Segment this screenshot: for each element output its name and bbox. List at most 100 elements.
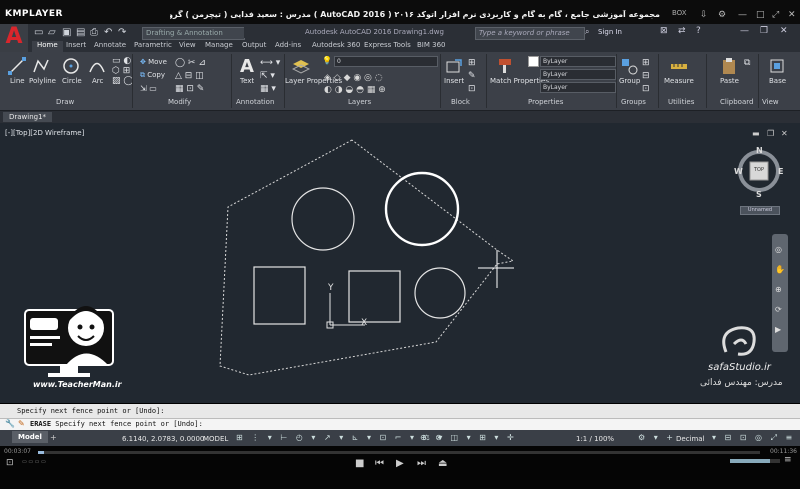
tab-bim360[interactable]: BIM 360	[417, 41, 446, 49]
help-icon[interactable]: ?	[696, 26, 701, 36]
annotation-scale[interactable]: 1:1 / 100%	[576, 435, 614, 443]
model-tab[interactable]: Model	[12, 431, 48, 443]
stop-icon[interactable]: ■	[355, 458, 364, 469]
polyline-icon[interactable]	[32, 57, 50, 75]
acad-minimize-icon[interactable]: —	[740, 26, 749, 36]
stretch-tool[interactable]: ⇲ ▭	[140, 84, 157, 93]
eject-icon[interactable]: ⏏	[438, 458, 447, 469]
drafting-toggles[interactable]: ⊞ ⋮ ▾ ⊢ ◴ ▾ ↗ ▾ ⊾ ▾ ⊡ ⌐ ▾ ⚖ ▾	[236, 433, 445, 442]
tab-autodesk360[interactable]: Autodesk 360	[312, 41, 360, 49]
color-select[interactable]: ByLayer	[540, 56, 616, 67]
redo-icon[interactable]: ↷	[118, 27, 126, 38]
units-select[interactable]: Decimal	[676, 435, 705, 443]
match-properties-label[interactable]: Match Properties	[490, 77, 549, 86]
lineweight-select[interactable]: ByLayer	[540, 82, 616, 93]
copy-tool[interactable]: ⧉ Copy	[140, 71, 165, 80]
qat-dropdown[interactable]	[244, 26, 280, 38]
paste-icon[interactable]	[720, 57, 738, 75]
workspace-select[interactable]: Drafting & Annotation	[142, 27, 245, 40]
drawing-tab[interactable]: Drawing1*	[3, 112, 53, 122]
tab-addins[interactable]: Add-ins	[275, 41, 301, 49]
match-properties-icon[interactable]	[496, 57, 514, 75]
acad-close-icon[interactable]: ✕	[780, 26, 788, 36]
groups-panel-title[interactable]: Groups	[621, 98, 646, 106]
block-panel-title[interactable]: Block	[451, 98, 470, 106]
next-icon[interactable]: ⏭	[417, 458, 426, 469]
base-view-icon[interactable]	[768, 57, 786, 75]
copy-clip-icon[interactable]: ⧉	[744, 58, 750, 68]
group-small-tools[interactable]: ⊞ ⊟ ⊡	[642, 57, 650, 96]
base-label[interactable]: Base	[769, 77, 786, 85]
line-icon[interactable]	[8, 57, 26, 75]
tab-annotate[interactable]: Annotate	[94, 41, 126, 49]
search-input[interactable]: Type a keyword or phrase	[475, 27, 585, 40]
group-icon[interactable]	[620, 57, 638, 75]
pin-icon[interactable]: ⇩	[700, 10, 708, 20]
close-icon[interactable]: ✕	[788, 10, 796, 20]
polyline-label[interactable]: Polyline	[29, 77, 56, 85]
tab-parametric[interactable]: Parametric	[134, 41, 172, 49]
viewcube-top-face[interactable]: TOP	[754, 167, 764, 173]
add-layout-icon[interactable]: +	[50, 433, 57, 442]
layers-panel-title[interactable]: Layers	[348, 98, 371, 106]
signin-button[interactable]: Sign In	[598, 28, 622, 36]
kmplayer-logo[interactable]: KMPLAYER	[5, 9, 63, 19]
layer-select[interactable]: 0	[334, 56, 438, 67]
new-icon[interactable]: ▭	[34, 27, 43, 38]
measure-icon[interactable]	[670, 57, 688, 75]
clipboard-panel-title[interactable]: Clipboard	[720, 98, 753, 106]
maximize-icon[interactable]: □	[756, 10, 765, 20]
move-tool[interactable]: ✥ Move	[140, 58, 167, 66]
previous-icon[interactable]: ⏮	[375, 458, 384, 469]
layer-properties-label[interactable]: Layer Properties	[285, 77, 342, 86]
save-icon[interactable]: ▣	[62, 27, 71, 38]
group-label[interactable]: Group	[619, 77, 640, 85]
search-icon[interactable]: ⌕	[585, 27, 589, 37]
acad-restore-icon[interactable]: ❐	[760, 26, 768, 36]
minimize-icon[interactable]: —	[738, 10, 747, 20]
layer-small-tools[interactable]: ◈ ◇ ◆ ◉ ◎ ◌ ◐ ◑ ◒ ◓ ▦ ⊕	[324, 72, 386, 96]
annotation-small-tools[interactable]: ⟷ ▾ ⇱ ▾ ▦ ▾	[260, 57, 280, 96]
exchange-icon[interactable]: ⊠	[660, 26, 668, 36]
arc-icon[interactable]	[88, 57, 106, 75]
tab-home[interactable]: Home	[32, 41, 63, 52]
draw-small-tools[interactable]: ▭ ◐ ⬡ ⊞ ▨ ◯	[112, 56, 133, 86]
tab-view[interactable]: View	[179, 41, 196, 49]
open-icon[interactable]: ▱	[48, 27, 56, 38]
plot-icon[interactable]: ⎙	[90, 27, 98, 38]
annotation-panel-title[interactable]: Annotation	[236, 98, 274, 106]
navigation-bar-tools[interactable]: ◎ ✋ ⊕ ⟳ ▶	[775, 240, 785, 340]
arc-label[interactable]: Arc	[92, 77, 103, 85]
connect-icon[interactable]: ⇄	[678, 26, 686, 36]
utilities-panel-title[interactable]: Utilities	[668, 98, 694, 106]
text-icon[interactable]: A	[240, 56, 254, 77]
properties-panel-title[interactable]: Properties	[528, 98, 563, 106]
modify-small-tools[interactable]: ◯ ✂ ⊿ △ ⊟ ◫ ▦ ⊡ ✎	[175, 57, 206, 96]
tab-express-tools[interactable]: Express Tools	[364, 41, 411, 49]
modify-panel-title[interactable]: Modify	[168, 98, 191, 106]
circle-icon[interactable]	[62, 57, 80, 75]
saveas-icon[interactable]: ▤	[76, 27, 85, 38]
play-icon[interactable]: ▶	[396, 458, 404, 469]
application-menu-button[interactable]: A	[0, 24, 28, 52]
linetype-select[interactable]: ByLayer	[540, 69, 616, 80]
coordinates-readout[interactable]: 6.1140, 2.0783, 0.0000	[122, 435, 204, 443]
block-small-tools[interactable]: ⊞ ✎ ⊡	[468, 57, 476, 96]
box-label[interactable]: BOX	[672, 9, 687, 17]
circle-label[interactable]: Circle	[62, 77, 82, 85]
layer-properties-icon[interactable]	[292, 58, 310, 76]
fullscreen-icon[interactable]: ⤢	[772, 10, 779, 20]
command-input[interactable]: ERASE Specify next fence point or [Undo]…	[30, 420, 203, 428]
view-panel-title[interactable]: View	[762, 98, 779, 106]
tab-manage[interactable]: Manage	[205, 41, 233, 49]
model-space-button[interactable]: MODEL	[203, 435, 228, 443]
paste-label[interactable]: Paste	[720, 77, 739, 85]
undo-icon[interactable]: ↶	[104, 27, 112, 38]
isolate-toggles[interactable]: ⊕ ⊗ ◫ ▾ ⊞ ▾ ✛	[420, 433, 517, 442]
line-label[interactable]: Line	[10, 77, 25, 85]
tab-output[interactable]: Output	[242, 41, 266, 49]
tab-insert[interactable]: Insert	[66, 41, 86, 49]
settings-icon[interactable]: ⚙	[718, 10, 726, 20]
workspace-toggles[interactable]: ⚙ ▾ +	[638, 433, 676, 442]
status-tools[interactable]: ▾ ⊟ ⊡ ◎ ⤢ ≡	[712, 433, 795, 443]
